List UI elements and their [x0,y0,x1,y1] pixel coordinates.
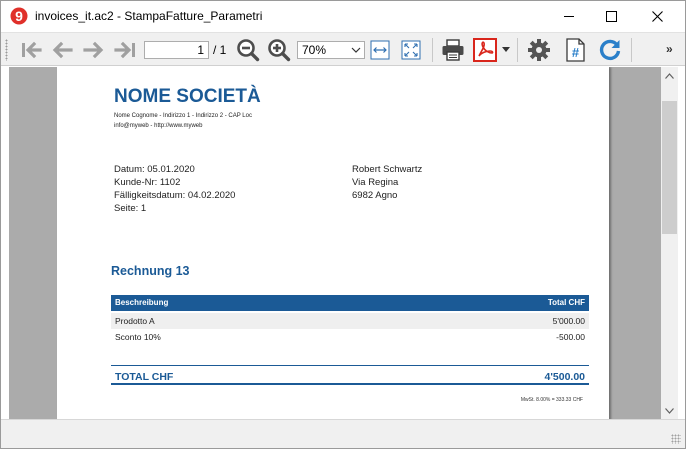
invoice-title: Rechnung 13 [111,264,190,278]
toolbar-grip[interactable] [5,39,8,61]
toolbar-overflow-button[interactable]: » [666,42,673,56]
page-number-input[interactable]: 1 [144,41,209,59]
total-value: 4'500.00 [544,371,585,383]
table-header: Beschreibung Total CHF [111,295,589,311]
zoom-in-icon [268,39,291,62]
zoom-in-button[interactable] [266,36,292,64]
pdf-icon [473,38,497,62]
dropdown-arrow-icon [502,47,510,52]
customer-street: Via Regina [352,177,399,188]
column-header-description: Beschreibung [115,298,169,307]
row-amount: -500.00 [556,332,585,342]
chevron-down-icon [351,47,361,53]
print-preview-area[interactable]: NOME SOCIETÀ Nome Cognome - Indirizzo 1 … [9,67,661,419]
status-bar [1,419,685,448]
total-divider-bottom [111,383,589,385]
chevron-down-icon [665,407,674,414]
row-description: Prodotto A [115,316,155,326]
zoom-select[interactable]: 70% [297,41,365,59]
svg-text:#: # [572,45,580,60]
toolbar: 1 / 1 70% # » [1,32,685,66]
scroll-down-button[interactable] [661,402,678,419]
page-info: Seite: 1 [114,203,147,214]
zoom-out-icon [237,39,260,62]
total-divider-top [111,365,589,366]
page-number-button[interactable]: # [561,36,589,64]
column-header-total: Total CHF [547,298,585,307]
previous-page-button[interactable] [49,36,75,64]
toolbar-separator [631,38,632,62]
table-row: Prodotto A 5'000.00 [111,313,589,329]
row-amount: 5'000.00 [552,316,585,326]
chevron-up-icon [665,72,674,79]
customer-number: Kunde-Nr: 1102 [114,177,181,188]
invoice-info-block: Datum: 05.01.2020 Kunde-Nr: 1102 Fälligk… [114,163,235,215]
first-page-icon [22,41,42,59]
resize-grip[interactable] [671,434,681,444]
close-button[interactable] [634,1,680,32]
scrollbar-thumb[interactable] [662,101,677,234]
minimize-button[interactable] [546,1,592,32]
vertical-scrollbar[interactable] [661,67,678,419]
svg-text:9: 9 [15,8,23,24]
row-description: Sconto 10% [115,332,161,342]
company-name: NOME SOCIETÀ [114,86,261,107]
fit-width-button[interactable] [368,36,392,64]
scroll-up-button[interactable] [661,67,678,84]
last-page-icon [114,41,135,59]
fit-page-icon [401,40,421,60]
fit-width-icon [370,40,390,60]
customer-city: 6982 Agno [352,190,398,201]
refresh-button[interactable] [596,36,624,64]
customer-name: Robert Schwartz [352,164,423,175]
maximize-icon [605,11,617,22]
last-page-button[interactable] [112,36,138,64]
previous-page-icon [52,41,73,59]
app-logo-icon: 9 [10,7,28,25]
fit-page-button[interactable] [399,36,423,64]
pdf-options-dropdown[interactable] [500,36,512,64]
invoice-date: Datum: 05.01.2020 [114,164,195,175]
zoom-out-button[interactable] [235,36,261,64]
first-page-button[interactable] [19,36,45,64]
next-page-button[interactable] [81,36,107,64]
settings-button[interactable] [525,36,553,64]
title-bar: 9 invoices_it.ac2 - StampaFatture_Parame… [1,1,685,32]
zoom-value: 70% [302,43,327,57]
toolbar-separator [517,38,518,62]
close-icon [651,11,663,22]
pdf-export-button[interactable] [471,36,499,64]
next-page-icon [83,41,104,59]
document-page: NOME SOCIETÀ Nome Cognome - Indirizzo 1 … [57,67,609,419]
refresh-icon [599,39,621,61]
total-label: TOTAL CHF [115,371,174,383]
maximize-button[interactable] [588,1,634,32]
settings-icon [528,39,550,61]
table-row: Sconto 10% -500.00 [111,329,589,345]
window-title: invoices_it.ac2 - StampaFatture_Parametr… [35,9,263,23]
toolbar-separator [432,38,433,62]
minimize-icon [563,16,574,17]
page-number-icon: # [566,38,585,62]
print-button[interactable] [439,36,467,64]
app-window: 9 invoices_it.ac2 - StampaFatture_Parame… [0,0,686,449]
print-icon [442,39,464,61]
company-contact: info@myweb - http://www.myweb [114,123,203,129]
customer-address-block: Robert Schwartz Via Regina 6982 Agno [352,163,422,202]
page-total-label: / 1 [213,43,227,57]
due-date: Fälligkeitsdatum: 04.02.2020 [114,190,236,201]
vat-note: MwSt. 8.00% = 333.33 CHF [520,397,583,403]
company-address: Nome Cognome - Indirizzo 1 - Indirizzo 2… [114,113,252,119]
